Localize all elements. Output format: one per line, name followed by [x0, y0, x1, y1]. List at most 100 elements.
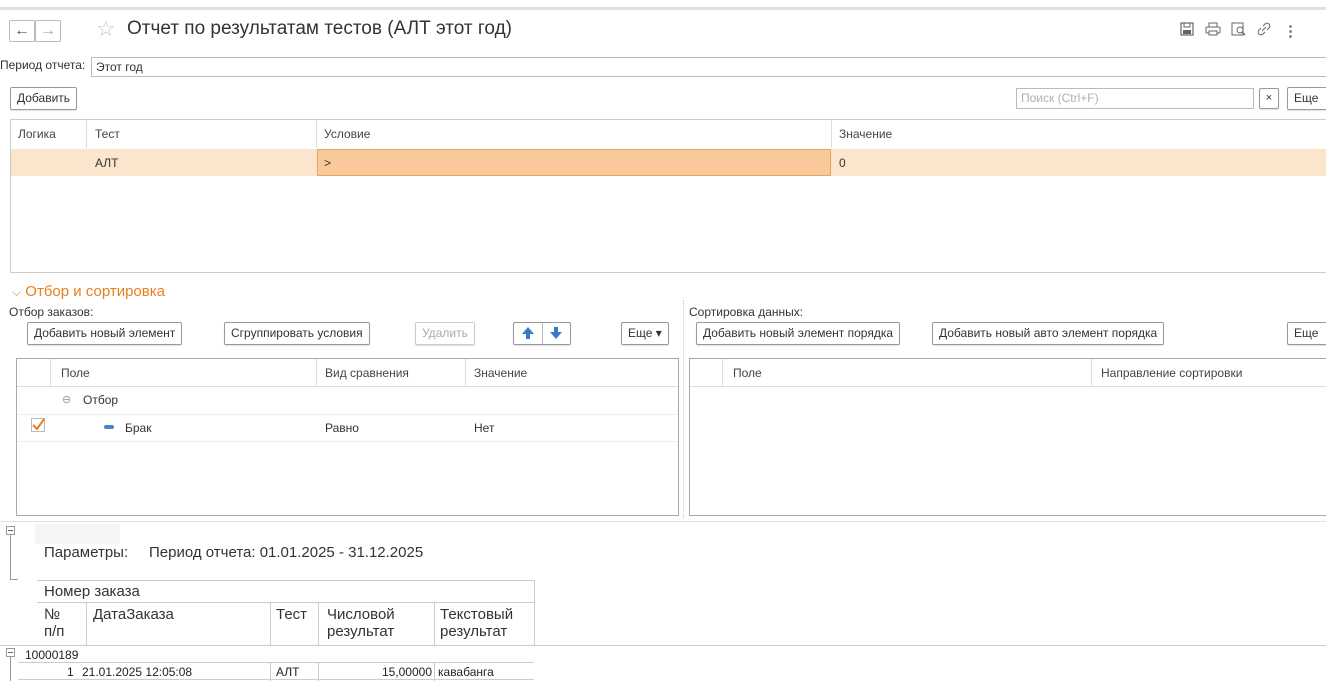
report-row-num: 1 — [67, 665, 74, 679]
divider — [37, 580, 534, 581]
tree-line — [10, 579, 18, 580]
divider — [831, 120, 832, 148]
search-placeholder: Поиск (Ctrl+F) — [1021, 91, 1099, 105]
print-icon[interactable] — [1205, 22, 1221, 40]
col-sort-direction: Направление сортировки — [1101, 366, 1243, 380]
orders-filter-label: Отбор заказов: — [9, 305, 94, 319]
period-label: Период отчета: — [0, 58, 86, 72]
add-order-element-button[interactable]: Добавить новый элемент порядка — [696, 322, 901, 345]
tree-line — [10, 657, 11, 681]
preview-icon[interactable] — [1231, 22, 1247, 40]
report-group-value: 10000189 — [25, 648, 79, 662]
period-value: Этот год — [96, 60, 143, 74]
forward-arrow-icon: → — [40, 22, 56, 39]
move-buttons[interactable] — [513, 322, 571, 345]
more-icon[interactable]: ⋮ — [1283, 22, 1298, 40]
sorting-table — [689, 358, 1326, 516]
report-params-label: Параметры: — [44, 544, 129, 561]
window-top-border — [0, 7, 1326, 10]
divider — [722, 359, 723, 386]
col-numeric-line2: результат — [327, 623, 395, 640]
report-row-numeric: 15,00000 — [381, 665, 432, 679]
divider — [18, 662, 534, 663]
conditions-table — [10, 119, 1326, 273]
back-arrow-icon: ← — [14, 22, 30, 39]
chevron-down-icon: ▾ — [655, 326, 662, 340]
collapse-icon[interactable] — [6, 648, 15, 657]
save-icon[interactable] — [1180, 22, 1194, 40]
row-checkbox[interactable] — [31, 418, 45, 435]
link-icon[interactable] — [1256, 22, 1272, 40]
divider — [18, 679, 534, 680]
divider — [465, 359, 466, 386]
col-comparison: Вид сравнения — [325, 366, 409, 380]
col-condition: Условие — [324, 127, 371, 141]
divider — [17, 441, 678, 442]
tree-line — [10, 535, 11, 579]
section-title: Отбор и сортировка — [25, 283, 165, 300]
row-condition: > — [324, 156, 332, 170]
field-icon — [104, 425, 114, 429]
clear-search-button[interactable]: × — [1259, 88, 1279, 109]
report-row-test: АЛТ — [276, 665, 300, 679]
arrow-down-icon[interactable] — [548, 325, 564, 348]
divider — [534, 580, 535, 646]
row-value: 0 — [839, 156, 846, 170]
section-toggle[interactable]: ⌵ Отбор и сортировка — [12, 283, 165, 300]
arrow-up-icon[interactable] — [520, 325, 536, 348]
filter-more-label: Еще — [628, 326, 653, 340]
divider — [1091, 359, 1092, 386]
divider — [50, 359, 51, 386]
divider — [0, 645, 1326, 646]
delete-button[interactable]: Удалить — [415, 322, 475, 345]
col-report-test: Тест — [276, 606, 308, 623]
add-element-button[interactable]: Добавить новый элемент — [27, 322, 183, 345]
row-test: АЛТ — [95, 156, 119, 170]
period-input[interactable]: Этот год — [91, 57, 1326, 77]
col-text: Текстовый результат — [440, 606, 513, 640]
report-corner-cell — [35, 524, 120, 544]
section-divider — [683, 300, 684, 518]
col-numeric: Числовой результат — [327, 606, 395, 640]
filter-table — [16, 358, 679, 516]
collapse-icon[interactable] — [6, 526, 15, 535]
conditions-more-button[interactable]: Еще — [1287, 87, 1326, 110]
filter-row-field: Брак — [125, 421, 152, 435]
report-group-header: Номер заказа — [44, 583, 140, 600]
filter-more-button[interactable]: Еще ▾ — [621, 322, 669, 345]
divider — [270, 603, 271, 646]
report-row-text: кавабанга — [438, 665, 494, 679]
divider — [316, 359, 317, 386]
chevron-down-icon: ⌵ — [12, 285, 22, 299]
col-text-line2: результат — [440, 623, 508, 640]
col-num-line2: п/п — [44, 623, 65, 640]
col-num-line1: № — [44, 606, 61, 623]
group-conditions-button[interactable]: Сгруппировать условия — [224, 322, 370, 345]
favorite-star-icon[interactable]: ☆ — [96, 16, 116, 42]
collapse-icon[interactable]: ⊖ — [62, 393, 71, 406]
col-filter-value: Значение — [474, 366, 528, 380]
forward-button[interactable]: → — [35, 20, 61, 42]
back-button[interactable]: ← — [9, 20, 35, 42]
report-row-date: 21.01.2025 12:05:08 — [82, 665, 193, 679]
col-date: ДатаЗаказа — [93, 606, 174, 623]
divider — [37, 602, 534, 603]
active-cell[interactable] — [317, 149, 831, 176]
filter-row-value: Нет — [474, 421, 495, 435]
add-button[interactable]: Добавить — [10, 87, 78, 110]
divider — [318, 603, 319, 646]
divider — [690, 386, 1326, 387]
window-title: Отчет по результатам тестов (АЛТ этот го… — [127, 18, 512, 39]
col-text-line1: Текстовый — [440, 606, 514, 623]
divider — [316, 120, 317, 148]
divider — [17, 414, 678, 415]
col-logic: Логика — [18, 127, 56, 141]
add-auto-order-element-button[interactable]: Добавить новый авто элемент порядка — [932, 322, 1165, 345]
divider — [86, 120, 87, 148]
report-top-border — [0, 521, 1326, 522]
col-field: Поле — [61, 366, 90, 380]
col-sort-field: Поле — [733, 366, 762, 380]
col-numeric-line1: Числовой — [327, 606, 395, 623]
search-input[interactable]: Поиск (Ctrl+F) — [1016, 88, 1254, 109]
sorting-more-button[interactable]: Еще — [1287, 322, 1326, 345]
